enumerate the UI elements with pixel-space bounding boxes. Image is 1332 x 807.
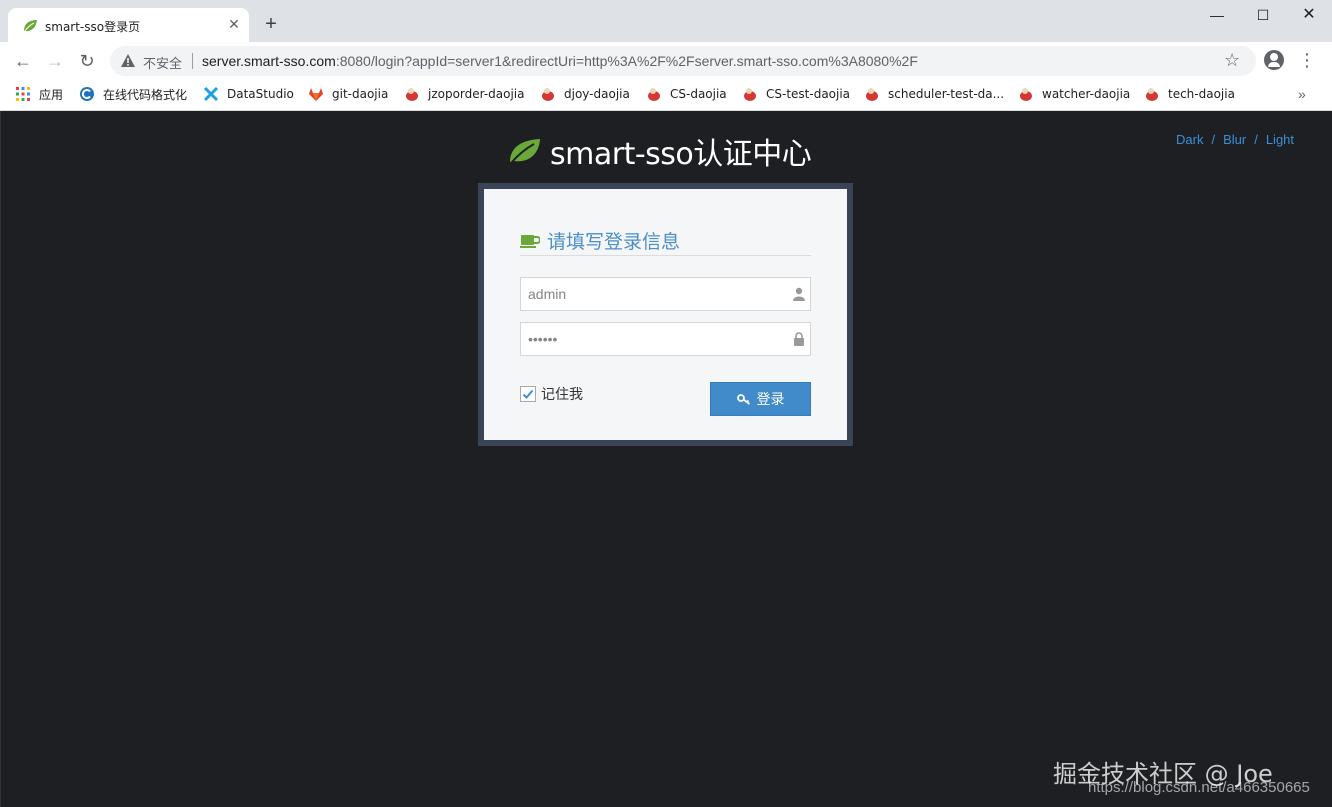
leaf-icon <box>23 20 37 33</box>
jenkins-icon <box>542 88 554 101</box>
bookmark-djoy-daojia[interactable]: djoy-daojia <box>540 84 630 104</box>
address-bar[interactable]: 不安全 server.smart-sso.com:8080/login?appI… <box>110 46 1256 76</box>
theme-separator: / <box>1211 132 1216 147</box>
bookmark-label: scheduler-test-da... <box>888 87 1005 101</box>
tab-strip: smart-sso登录页 ✕ + — ☐ ✕ <box>0 0 1332 42</box>
login-heading: 请填写登录信息 <box>520 227 680 254</box>
bookmark-watcher-daojia[interactable]: watcher-daojia <box>1018 84 1130 104</box>
tab-smart-sso[interactable]: smart-sso登录页 ✕ <box>8 8 249 42</box>
remember-checkbox[interactable] <box>520 386 536 402</box>
gitlab-icon <box>309 88 323 101</box>
forward-button[interactable]: → <box>42 48 68 74</box>
account-icon[interactable] <box>1264 50 1284 70</box>
watermark-url: https://blog.csdn.net/a466350665 <box>1088 779 1310 796</box>
bookmarks-overflow-icon[interactable]: » <box>1298 86 1306 102</box>
bookmark-label: jzoporder-daojia <box>428 87 525 101</box>
user-icon <box>793 287 805 301</box>
bookmarks-bar: 应用 在线代码格式化 DataStudio git-daojia jzopord… <box>0 78 1332 111</box>
tab-title: smart-sso登录页 <box>45 20 141 34</box>
remember-me[interactable]: 记住我 <box>520 384 583 404</box>
bookmark-label: CS-test-daojia <box>766 87 851 101</box>
leaf-icon <box>510 139 540 164</box>
bookmark-label: CS-daojia <box>670 87 727 101</box>
theme-separator: / <box>1254 132 1258 147</box>
theme-blur-link[interactable]: Blur <box>1223 132 1246 147</box>
jenkins-icon <box>406 88 418 101</box>
url-path: :8080/login?appId=server1&redirectUri=ht… <box>335 53 918 69</box>
bookmark-star-icon[interactable]: ☆ <box>1224 50 1240 71</box>
login-form: 请填写登录信息 admin •••••• 记住我 登录 <box>484 189 847 440</box>
bookmark-scheduler-test[interactable]: scheduler-test-da... <box>864 84 1004 104</box>
login-frame: 请填写登录信息 admin •••••• 记住我 登录 <box>478 183 853 446</box>
security-label[interactable]: 不安全 <box>143 53 182 72</box>
bookmark-label: git-daojia <box>332 87 389 101</box>
page-content: Dark / Blur / Light smart-sso认证中心 请填写登录信息 <box>0 111 1332 807</box>
browser-chrome: smart-sso登录页 ✕ + — ☐ ✕ ← → ↻ 不安全 server.… <box>0 0 1332 111</box>
browser-menu-icon[interactable]: ⋮ <box>1298 50 1316 70</box>
window-maximize-button[interactable]: ☐ <box>1240 0 1286 30</box>
bookmark-label: 在线代码格式化 <box>103 87 188 102</box>
reload-button[interactable]: ↻ <box>74 48 100 74</box>
datastudio-icon <box>203 86 219 102</box>
url-host: server.smart-sso.com <box>202 53 336 69</box>
bookmark-label: watcher-daojia <box>1042 87 1131 101</box>
bookmark-apps[interactable]: 应用 <box>15 84 63 104</box>
password-input[interactable] <box>521 323 786 355</box>
bookmark-label: 应用 <box>39 87 64 102</box>
brand-header: smart-sso认证中心 <box>508 131 812 172</box>
password-field <box>520 322 811 356</box>
lock-icon <box>794 332 804 346</box>
jenkins-icon <box>648 88 660 101</box>
browser-toolbar: ← → ↻ 不安全 server.smart-sso.com:8080/logi… <box>0 42 1332 78</box>
bookmark-cs-test-daojia[interactable]: CS-test-daojia <box>742 84 850 104</box>
coffee-icon <box>520 234 540 248</box>
c-logo-icon <box>80 87 94 101</box>
new-tab-button[interactable]: + <box>260 13 282 35</box>
login-heading-text: 请填写登录信息 <box>547 231 681 253</box>
apps-grid-icon <box>16 87 30 101</box>
bookmark-label: djoy-daojia <box>564 87 630 101</box>
bookmark-datastudio[interactable]: DataStudio <box>203 84 294 104</box>
jenkins-icon <box>866 88 878 101</box>
bookmark-tech-daojia[interactable]: tech-daojia <box>1144 84 1235 104</box>
key-icon <box>736 394 750 405</box>
bookmark-jzoporder-daojia[interactable]: jzoporder-daojia <box>404 84 525 104</box>
username-field <box>520 277 811 311</box>
bookmark-label: tech-daojia <box>1168 87 1235 101</box>
theme-light-link[interactable]: Light <box>1266 132 1294 147</box>
omnibox-divider <box>192 53 193 69</box>
checkmark-icon <box>522 389 534 399</box>
remember-label: 记住我 <box>541 387 583 403</box>
login-button-label: 登录 <box>756 392 785 408</box>
bookmark-cs-daojia[interactable]: CS-daojia <box>646 84 727 104</box>
url-text[interactable]: server.smart-sso.com:8080/login?appId=se… <box>202 53 918 69</box>
theme-switcher: Dark / Blur / Light <box>1176 132 1294 147</box>
bookmark-label: DataStudio <box>227 87 294 101</box>
heading-divider <box>520 255 811 256</box>
username-input[interactable] <box>521 278 786 310</box>
tab-close-icon[interactable]: ✕ <box>226 16 242 32</box>
warning-icon[interactable] <box>120 53 136 69</box>
login-button[interactable]: 登录 <box>710 382 811 416</box>
jenkins-icon <box>1146 88 1158 101</box>
back-button[interactable]: ← <box>10 48 36 74</box>
window-close-button[interactable]: ✕ <box>1286 0 1332 30</box>
jenkins-icon <box>744 88 756 101</box>
bookmark-code-format[interactable]: 在线代码格式化 <box>79 84 187 104</box>
bookmark-git-daojia[interactable]: git-daojia <box>308 84 388 104</box>
window-minimize-button[interactable]: — <box>1194 0 1240 30</box>
page-title: smart-sso认证中心 <box>550 137 812 172</box>
jenkins-icon <box>1020 88 1032 101</box>
theme-dark-link[interactable]: Dark <box>1176 132 1203 147</box>
